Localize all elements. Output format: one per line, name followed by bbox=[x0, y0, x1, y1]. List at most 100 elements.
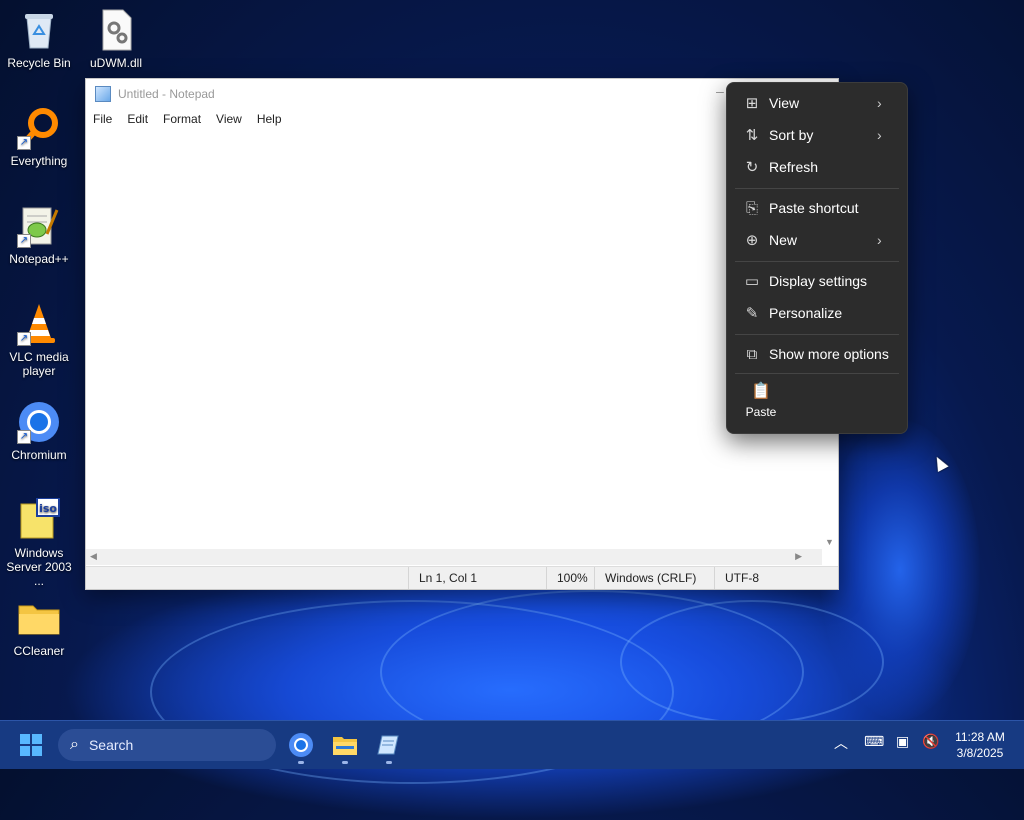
menu-item-label: Sort by bbox=[769, 127, 814, 143]
desktop-icon-recycle-bin[interactable]: Recycle Bin bbox=[1, 8, 77, 70]
paste-button[interactable]: 📋 Paste bbox=[741, 381, 781, 419]
desktop-icon-label: Recycle Bin bbox=[7, 56, 71, 70]
refresh-icon: ↻ bbox=[745, 159, 759, 176]
running-indicator bbox=[298, 761, 304, 764]
clock-time: 11:28 AM bbox=[955, 730, 1005, 744]
menu-file[interactable]: File bbox=[93, 112, 112, 126]
desktop-icon-vlc[interactable]: ↗ VLC media player bbox=[1, 302, 77, 378]
chromium-icon bbox=[289, 733, 313, 757]
show-hidden-icons-chevron-icon[interactable]: ︿ bbox=[834, 733, 848, 753]
menu-item-label: View bbox=[769, 95, 800, 111]
menu-format[interactable]: Format bbox=[163, 112, 201, 126]
menu-item-show-more-options[interactable]: ⧉ Show more options bbox=[731, 339, 903, 369]
desktop-icon-label: Chromium bbox=[11, 448, 67, 462]
wallpaper-swirl bbox=[620, 600, 884, 724]
menu-item-label: Paste shortcut bbox=[769, 200, 859, 216]
menu-item-sort-by[interactable]: ⇅ Sort by › bbox=[731, 120, 903, 150]
notepad-icon bbox=[377, 735, 399, 755]
keyboard-icon[interactable]: ⌨ bbox=[864, 733, 884, 750]
start-button[interactable] bbox=[20, 734, 42, 756]
desktop-icon-label: uDWM.dll bbox=[89, 56, 142, 70]
menu-separator bbox=[735, 334, 899, 335]
paste-clipboard-icon: 📋 bbox=[751, 383, 771, 400]
menu-separator bbox=[735, 188, 899, 189]
menu-separator bbox=[735, 261, 899, 262]
search-icon: ⌕ bbox=[70, 736, 79, 753]
desktop-icon-label: VLC media player bbox=[9, 350, 69, 378]
desktop-icon-windows-server-iso[interactable]: iso Windows Server 2003 ... bbox=[1, 497, 77, 588]
taskbar-search[interactable]: ⌕ Search bbox=[58, 729, 276, 761]
chevron-right-icon: › bbox=[877, 95, 882, 111]
shortcut-arrow-icon: ↗ bbox=[17, 430, 31, 444]
desktop-icon-notepad-plus-plus[interactable]: ↗ Notepad++ bbox=[1, 204, 77, 266]
chevron-right-icon: › bbox=[877, 232, 882, 248]
notepad-title: Untitled - Notepad bbox=[118, 87, 215, 101]
wallpaper-bloom bbox=[60, 560, 960, 820]
dll-file-icon bbox=[94, 8, 138, 52]
chevron-right-icon: › bbox=[877, 127, 882, 143]
windows-logo-icon bbox=[32, 734, 42, 744]
desktop-icon-label: Everything bbox=[10, 154, 68, 168]
mouse-cursor-icon bbox=[931, 454, 949, 472]
iso-file-icon: iso bbox=[17, 497, 61, 542]
desktop-icon-everything[interactable]: ↗ Everything bbox=[1, 106, 77, 168]
taskbar-clock[interactable]: 11:28 AM 3/8/2025 bbox=[946, 729, 1014, 761]
minimize-button[interactable]: – bbox=[716, 83, 726, 103]
menu-edit[interactable]: Edit bbox=[127, 112, 148, 126]
chromium-icon: ↗ bbox=[17, 400, 61, 444]
menu-help[interactable]: Help bbox=[257, 112, 282, 126]
pen-icon: ✎ bbox=[745, 305, 759, 322]
windows-logo-icon bbox=[32, 746, 42, 756]
new-plus-icon: ⊕ bbox=[745, 232, 759, 249]
running-indicator bbox=[342, 761, 348, 764]
sort-icon: ⇅ bbox=[745, 127, 759, 144]
shortcut-arrow-icon: ↗ bbox=[17, 332, 31, 346]
menu-view[interactable]: View bbox=[216, 112, 242, 126]
desktop-icon-udwm[interactable]: uDWM.dll bbox=[78, 8, 154, 70]
menu-item-label: Refresh bbox=[769, 159, 819, 175]
status-zoom: 100% bbox=[546, 567, 597, 589]
search-label: Search bbox=[88, 737, 134, 753]
scroll-left-arrow-icon[interactable]: ◀ bbox=[90, 551, 97, 562]
menu-item-display-settings[interactable]: ▭ Display settings bbox=[731, 266, 903, 296]
menu-item-label: Show more options bbox=[769, 346, 889, 362]
more-options-icon: ⧉ bbox=[746, 345, 758, 363]
paste-shortcut-icon: ⎘ bbox=[745, 199, 758, 217]
taskbar: ⌕ Search ︿ ⌨ ▣ 🔇 11:28 AM 3/8/2025 bbox=[0, 720, 1024, 769]
menu-item-personalize[interactable]: ✎ Personalize bbox=[731, 298, 903, 328]
menu-item-label: New bbox=[769, 232, 798, 248]
scroll-down-arrow-icon[interactable]: ▼ bbox=[825, 537, 834, 547]
status-position: Ln 1, Col 1 bbox=[408, 567, 549, 589]
menu-item-refresh[interactable]: ↻ Refresh bbox=[731, 152, 903, 182]
desktop-icon-label: CCleaner bbox=[13, 644, 65, 658]
menu-item-new[interactable]: ⊕ New › bbox=[731, 225, 903, 255]
notepad-text-area[interactable] bbox=[86, 129, 822, 549]
windows-logo-icon bbox=[20, 734, 30, 744]
horizontal-scrollbar[interactable]: ◀ ▶ bbox=[86, 549, 822, 565]
taskbar-app-notepad[interactable] bbox=[373, 729, 405, 764]
shortcut-arrow-icon: ↗ bbox=[17, 136, 31, 150]
desktop-icon-ccleaner[interactable]: CCleaner bbox=[1, 596, 77, 658]
notepad-app-icon bbox=[95, 86, 111, 102]
menu-item-paste-shortcut[interactable]: ⎘ Paste shortcut bbox=[731, 193, 903, 223]
wallpaper-bloom-right bbox=[820, 420, 980, 720]
menu-item-label: Personalize bbox=[769, 305, 843, 321]
vlc-cone-icon: ↗ bbox=[17, 302, 61, 346]
menu-item-label: Display settings bbox=[769, 273, 868, 289]
taskbar-app-chromium[interactable] bbox=[285, 729, 317, 764]
desktop-icon-label: Windows Server 2003 ... bbox=[6, 546, 72, 588]
notepad-plus-plus-icon: ↗ bbox=[17, 204, 61, 248]
network-icon[interactable]: ▣ bbox=[896, 733, 909, 750]
windows-logo-icon bbox=[20, 746, 30, 756]
scroll-right-arrow-icon[interactable]: ▶ bbox=[795, 551, 802, 562]
desktop-icon-chromium[interactable]: ↗ Chromium bbox=[1, 400, 77, 462]
paste-label: Paste bbox=[745, 405, 777, 419]
status-line-endings: Windows (CRLF) bbox=[594, 567, 709, 589]
menu-item-view[interactable]: ⊞ View › bbox=[731, 88, 903, 118]
menu-separator bbox=[735, 373, 899, 374]
status-encoding: UTF-8 bbox=[714, 567, 805, 589]
taskbar-app-file-explorer[interactable] bbox=[329, 729, 361, 764]
volume-muted-icon[interactable]: 🔇 bbox=[922, 733, 939, 750]
folder-icon bbox=[17, 596, 61, 640]
recycle-bin-icon bbox=[17, 8, 61, 52]
